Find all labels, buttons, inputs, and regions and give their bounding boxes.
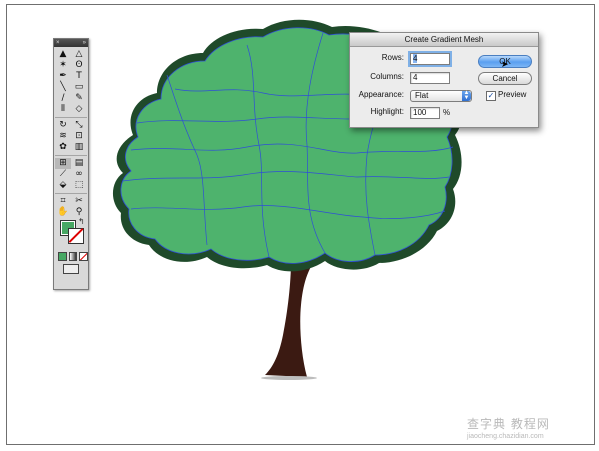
rotate-tool-icon[interactable]: ↻ xyxy=(55,120,71,131)
cancel-button[interactable]: Cancel xyxy=(478,72,532,85)
gradient-mode-icon[interactable] xyxy=(68,252,78,261)
rows-label: Rows: xyxy=(381,53,404,62)
tool-grid: ▲ △ ✶ ʘ ✒ T ╲ ▭ ∕ ✎ ⦀ ◇ ↻ ⤡ ≋ ⊡ ✿ ▥ ⊞ ▤ ⟋ ∞ ⬙ ⬚ ⌗ ✂ ✋ ⚲ xyxy=(54,47,88,218)
create-gradient-mesh-dialog: Create Gradient Mesh Rows: 4 Columns: 4 … xyxy=(349,32,539,128)
watermark: 查字典 教程网 jiaocheng.chazidian.com xyxy=(467,415,550,440)
rows-value: 4 xyxy=(413,54,418,63)
column-graph-tool-icon[interactable]: ▥ xyxy=(71,142,87,153)
gradient-tool-icon[interactable]: ▤ xyxy=(71,158,87,169)
preview-label: Preview xyxy=(498,90,527,99)
select-arrows-icon: ▲ ▼ xyxy=(462,90,471,101)
tool-separator xyxy=(55,117,87,118)
paintbrush-tool-icon[interactable]: ∕ xyxy=(55,93,71,104)
screen-mode-icon[interactable] xyxy=(63,264,79,274)
direct-selection-tool-icon[interactable]: △ xyxy=(71,49,87,60)
blob-brush-tool-icon[interactable]: ⦀ xyxy=(55,104,71,115)
slice-tool-icon[interactable]: ⌗ xyxy=(55,196,71,207)
close-icon[interactable]: × xyxy=(56,39,60,47)
tool-separator xyxy=(55,193,87,194)
live-paint-bucket-tool-icon[interactable]: ⬙ xyxy=(55,180,71,191)
live-paint-selection-tool-icon[interactable]: ⬚ xyxy=(71,180,87,191)
tools-panel: × » ▲ △ ✶ ʘ ✒ T ╲ ▭ ∕ ✎ ⦀ ◇ ↻ ⤡ ≋ ⊡ ✿ ▥ ⊞ ▤ ⟋ ∞ ⬙ ⬚ ⌗ ✂ ✋ ⚲ ↰ xyxy=(53,38,89,290)
type-tool-icon[interactable]: T xyxy=(71,71,87,82)
rows-input[interactable]: 4 xyxy=(410,53,450,65)
highlight-input[interactable]: 100 xyxy=(410,107,440,119)
selection-tool-icon[interactable]: ▲ xyxy=(55,49,71,60)
stroke-swatch[interactable] xyxy=(68,228,84,244)
blend-tool-icon[interactable]: ∞ xyxy=(71,169,87,180)
appearance-label: Appearance: xyxy=(358,90,404,99)
columns-value: 4 xyxy=(413,73,418,82)
eraser-tool-icon[interactable]: ◇ xyxy=(71,104,87,115)
preview-checkbox[interactable]: ✓ xyxy=(486,91,496,101)
hand-tool-icon[interactable]: ✋ xyxy=(55,207,71,218)
fill-stroke-swatches: ↰ xyxy=(54,217,88,252)
collapse-icon[interactable]: » xyxy=(83,39,86,47)
none-mode-icon[interactable] xyxy=(79,252,89,261)
columns-label: Columns: xyxy=(370,72,404,81)
rectangle-tool-icon[interactable]: ▭ xyxy=(71,82,87,93)
highlight-unit: % xyxy=(443,108,451,117)
highlight-value: 100 xyxy=(413,108,427,117)
magic-wand-tool-icon[interactable]: ✶ xyxy=(55,60,71,71)
pen-tool-icon[interactable]: ✒ xyxy=(55,71,71,82)
mesh-tool-icon[interactable]: ⊞ xyxy=(55,158,71,169)
tool-separator xyxy=(55,155,87,156)
trunk-shadow xyxy=(261,376,317,380)
mouse-cursor-icon: ➤ xyxy=(501,59,509,69)
symbol-sprayer-tool-icon[interactable]: ✿ xyxy=(55,142,71,153)
pencil-tool-icon[interactable]: ✎ xyxy=(71,93,87,104)
watermark-sub: jiaocheng.chazidian.com xyxy=(467,433,544,440)
lasso-tool-icon[interactable]: ʘ xyxy=(71,60,87,71)
line-tool-icon[interactable]: ╲ xyxy=(55,82,71,93)
highlight-label: Highlight: xyxy=(370,107,404,116)
artboard: × » ▲ △ ✶ ʘ ✒ T ╲ ▭ ∕ ✎ ⦀ ◇ ↻ ⤡ ≋ ⊡ ✿ ▥ ⊞ ▤ ⟋ ∞ ⬙ ⬚ ⌗ ✂ ✋ ⚲ ↰ Creat… xyxy=(6,4,595,445)
eyedropper-tool-icon[interactable]: ⟋ xyxy=(55,169,71,180)
columns-input[interactable]: 4 xyxy=(410,72,450,84)
warp-tool-icon[interactable]: ≋ xyxy=(55,131,71,142)
tools-panel-titlebar[interactable]: × » xyxy=(54,39,88,47)
appearance-select[interactable]: Flat ▲ ▼ xyxy=(410,90,472,102)
scissors-tool-icon[interactable]: ✂ xyxy=(71,196,87,207)
dialog-title: Create Gradient Mesh xyxy=(350,33,538,47)
watermark-main: 查字典 教程网 xyxy=(467,417,550,431)
appearance-value: Flat xyxy=(415,91,429,100)
color-mode-row xyxy=(54,252,89,261)
scale-tool-icon[interactable]: ⤡ xyxy=(71,120,87,131)
free-transform-tool-icon[interactable]: ⊡ xyxy=(71,131,87,142)
color-mode-icon[interactable] xyxy=(58,252,67,261)
swap-fill-stroke-icon[interactable]: ↰ xyxy=(78,217,85,226)
